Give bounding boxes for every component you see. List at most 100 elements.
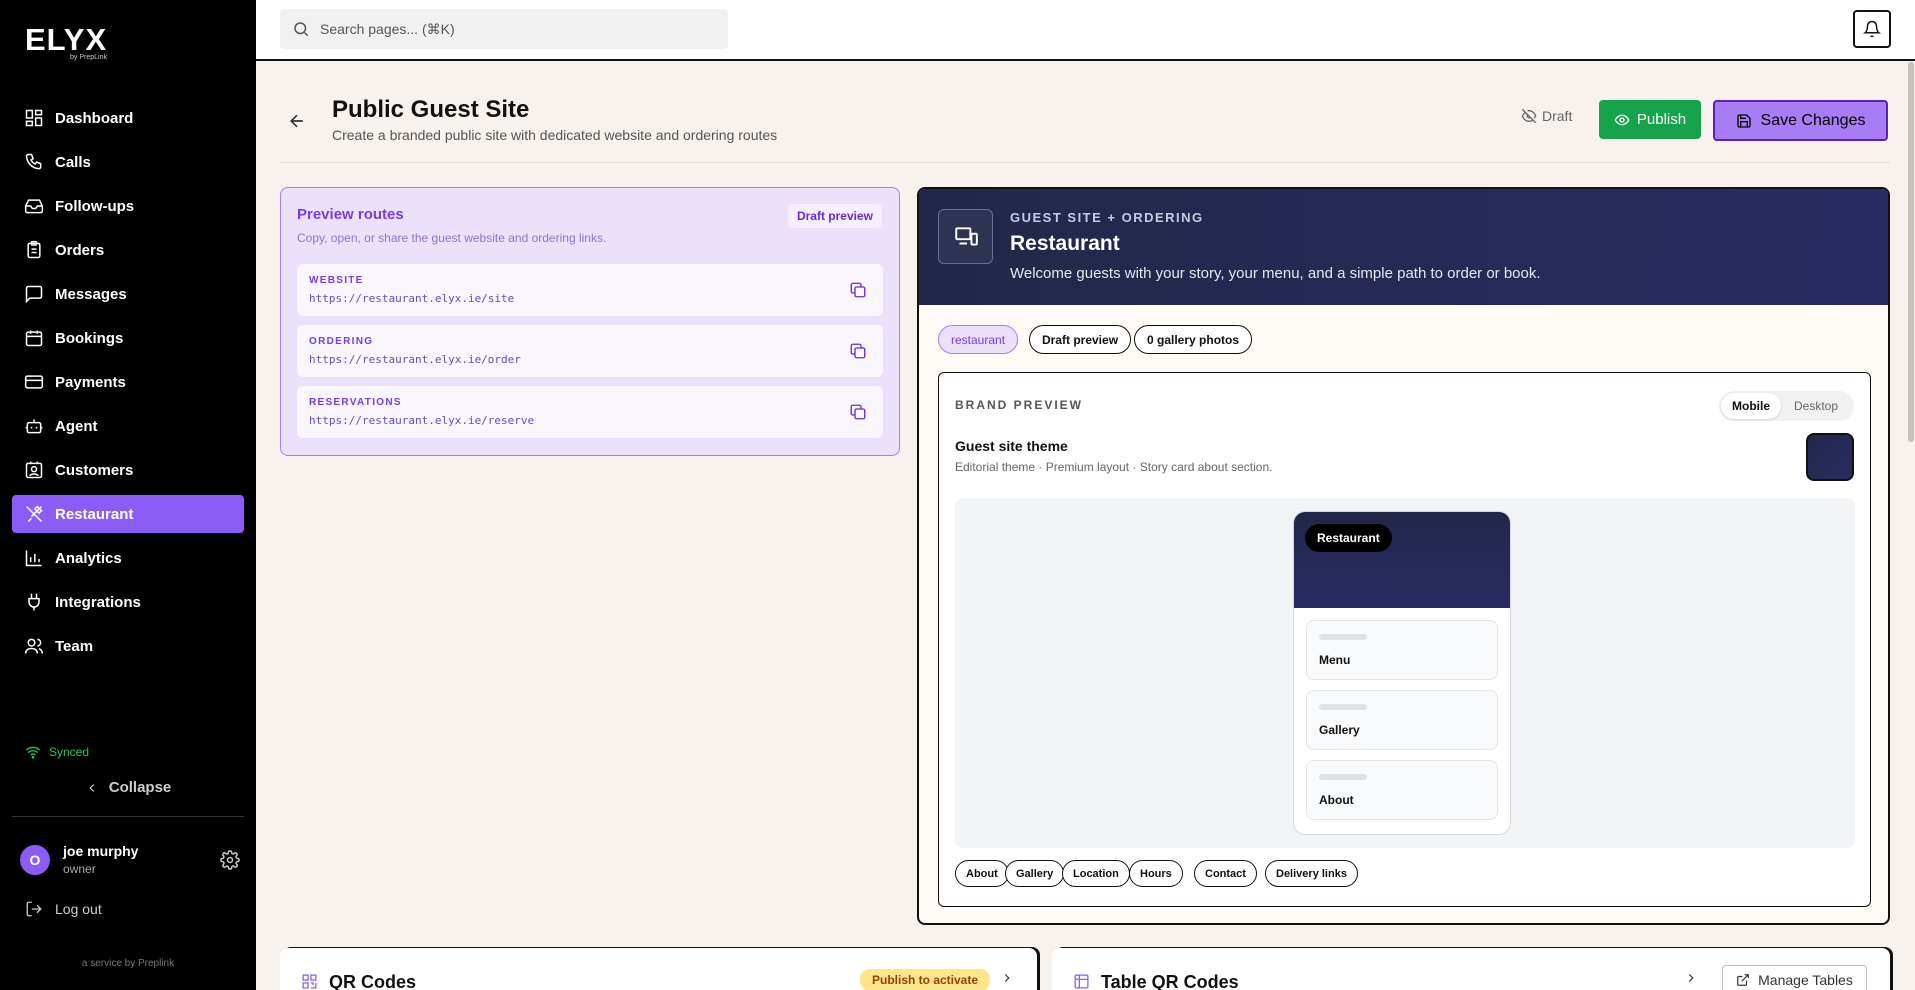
phone-card-menu: Menu: [1306, 620, 1498, 680]
guest-description: Welcome guests with your story, your men…: [1010, 265, 1541, 282]
copy-icon[interactable]: [849, 281, 867, 299]
user-info: joe murphy owner: [63, 843, 220, 876]
routes-title: Preview routes: [297, 206, 404, 223]
sidebar-item-label: Follow-ups: [55, 197, 135, 215]
copy-icon[interactable]: [849, 342, 867, 360]
eye-icon: [1614, 114, 1630, 125]
phone-card-label: Menu: [1319, 653, 1351, 667]
save-changes-button[interactable]: Save Changes: [1713, 100, 1888, 141]
sidebar-item-dashboard[interactable]: Dashboard: [12, 99, 244, 137]
sidebar-item-label: Restaurant: [55, 505, 134, 523]
sidebar-divider: [12, 816, 244, 817]
chevron-right-icon[interactable]: [1000, 971, 1014, 985]
sidebar-item-integrations[interactable]: Integrations: [12, 583, 244, 621]
chip-draft-preview: Draft preview: [1029, 325, 1132, 354]
placeholder-bar: [1319, 774, 1367, 780]
service-credit: a service by Preplink: [81, 958, 175, 969]
draft-status[interactable]: Draft: [1521, 108, 1572, 124]
sidebar-item-analytics[interactable]: Analytics: [12, 539, 244, 577]
section-chip-contact[interactable]: Contact: [1194, 860, 1257, 887]
logout-button[interactable]: Log out: [25, 900, 102, 918]
header-divider: [280, 162, 1890, 163]
theme-title: Guest site theme: [955, 438, 1068, 454]
logout-icon: [26, 901, 42, 917]
sidebar-item-messages[interactable]: Messages: [12, 275, 244, 313]
bot-icon: [24, 416, 44, 436]
credit-card-icon: [24, 372, 44, 392]
search-icon: [294, 22, 309, 37]
route-label: RESERVATIONS: [309, 397, 402, 408]
external-link-icon: [1737, 974, 1749, 986]
phone-card-gallery: Gallery: [1306, 690, 1498, 750]
route-url[interactable]: https://restaurant.elyx.ie/site: [309, 292, 514, 305]
qr-codes-card[interactable]: QR Codes Publish to activate: [280, 948, 1037, 990]
theme-color-swatch[interactable]: [1806, 433, 1854, 481]
notifications-button[interactable]: [1853, 10, 1891, 48]
publish-label: Publish: [1636, 111, 1687, 128]
section-chip-hours[interactable]: Hours: [1129, 860, 1183, 887]
route-label: WEBSITE: [309, 275, 364, 286]
phone-header: Restaurant: [1294, 512, 1510, 608]
route-ordering: ORDERING https://restaurant.elyx.ie/orde…: [297, 325, 883, 377]
route-url[interactable]: https://restaurant.elyx.ie/reserve: [309, 414, 534, 427]
sidebar-item-restaurant[interactable]: Restaurant: [12, 495, 244, 533]
user-role: owner: [63, 862, 96, 876]
draft-label: Draft: [1542, 108, 1573, 124]
guest-title: Restaurant: [1010, 232, 1120, 255]
sidebar-item-follow-ups[interactable]: Follow-ups: [12, 187, 244, 225]
search-box[interactable]: [280, 9, 728, 49]
sidebar-item-label: Analytics: [55, 549, 122, 567]
phone-preview-area: Restaurant Menu Gallery About: [955, 498, 1855, 848]
toggle-mobile[interactable]: Mobile: [1721, 393, 1781, 419]
logo[interactable]: ELYX by PrepLink: [25, 24, 107, 62]
phone-card-label: About: [1319, 793, 1354, 807]
section-chip-delivery-links[interactable]: Delivery links: [1265, 860, 1358, 887]
sidebar-item-bookings[interactable]: Bookings: [12, 319, 244, 357]
sidebar-item-label: Payments: [55, 373, 126, 391]
sidebar-item-customers[interactable]: Customers: [12, 451, 244, 489]
plug-icon: [24, 592, 44, 612]
table-qr-codes-card[interactable]: Table QR Codes Manage Tables: [1052, 948, 1890, 990]
draft-preview-badge: Draft preview: [787, 204, 882, 228]
section-chip-location[interactable]: Location: [1062, 860, 1130, 887]
scrollbar-thumb[interactable]: [1908, 62, 1914, 442]
sidebar-nav: Dashboard Calls Follow-ups Orders Messag…: [12, 99, 244, 671]
section-chip-gallery[interactable]: Gallery: [1005, 860, 1065, 887]
section-chip-about[interactable]: About: [955, 860, 1009, 887]
inbox-icon: [24, 196, 44, 216]
sidebar-item-agent[interactable]: Agent: [12, 407, 244, 445]
calendar-icon: [24, 328, 44, 348]
sidebar-item-label: Agent: [55, 417, 98, 435]
gear-icon[interactable]: [220, 849, 240, 870]
route-website: WEBSITE https://restaurant.elyx.ie/site: [297, 264, 883, 316]
publish-button[interactable]: Publish: [1599, 100, 1701, 139]
qr-code-icon: [302, 974, 317, 989]
sidebar-item-orders[interactable]: Orders: [12, 231, 244, 269]
sidebar-item-calls[interactable]: Calls: [12, 143, 244, 181]
avatar[interactable]: O: [20, 844, 50, 875]
sidebar-item-label: Calls: [55, 153, 91, 171]
sidebar-item-label: Team: [55, 637, 94, 655]
sidebar-item-payments[interactable]: Payments: [12, 363, 244, 401]
topbar: [256, 0, 1915, 61]
dashboard-icon: [24, 108, 44, 128]
wifi-icon: [25, 746, 41, 759]
devices-icon: [954, 226, 978, 246]
collapse-button[interactable]: Collapse: [0, 779, 256, 796]
manage-tables-label: Manage Tables: [1758, 972, 1853, 988]
sidebar-item-team[interactable]: Team: [12, 627, 244, 665]
sidebar-item-label: Orders: [55, 241, 105, 259]
search-input[interactable]: [320, 21, 700, 37]
toggle-desktop[interactable]: Desktop: [1781, 393, 1851, 419]
sidebar-item-label: Bookings: [55, 329, 124, 347]
route-url[interactable]: https://restaurant.elyx.ie/order: [309, 353, 521, 366]
sidebar-item-label: Messages: [55, 285, 127, 303]
chevron-right-icon[interactable]: [1684, 971, 1698, 985]
publish-to-activate-badge: Publish to activate: [860, 969, 991, 990]
save-label: Save Changes: [1760, 111, 1866, 129]
copy-icon[interactable]: [849, 403, 867, 421]
back-arrow-icon[interactable]: [287, 111, 307, 131]
phone-mockup: Restaurant Menu Gallery About: [1293, 511, 1511, 835]
logout-label: Log out: [55, 901, 102, 917]
manage-tables-button[interactable]: Manage Tables: [1722, 965, 1867, 990]
